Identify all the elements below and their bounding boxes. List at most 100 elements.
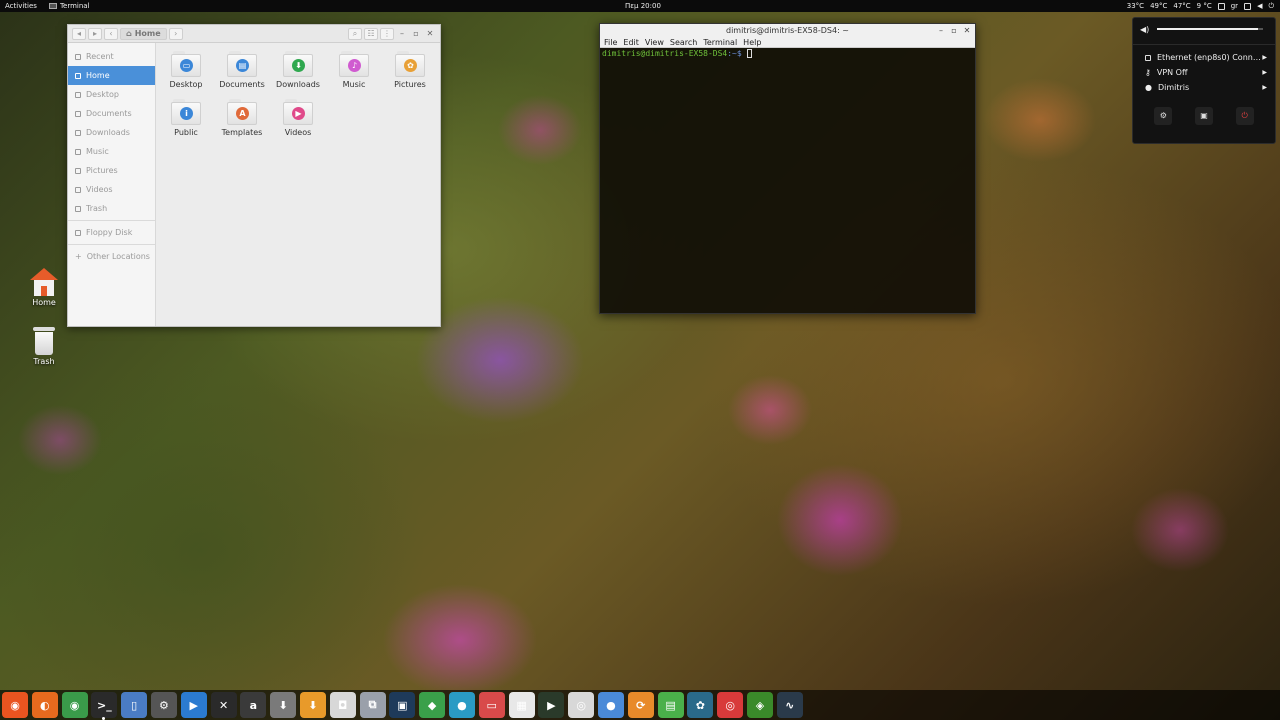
sidebar-item-floppy[interactable]: Floppy Disk (68, 223, 155, 242)
sidebar-item-music[interactable]: Music (68, 142, 155, 161)
tools-icon[interactable]: ✕ (210, 692, 237, 718)
volume-icon: ◀ (1257, 2, 1263, 10)
sidebar-item-label: Pictures (86, 166, 118, 175)
volume-slider[interactable] (1157, 28, 1264, 30)
ethernet-label: Ethernet (enp8s0) Conn… (1157, 53, 1261, 62)
menu-button[interactable]: ⋮ (380, 27, 394, 40)
grid-app-icon[interactable]: ▦ (508, 692, 535, 718)
folder-templates[interactable]: A Templates (214, 99, 270, 137)
power-icon[interactable]: ⏻ (1235, 107, 1254, 125)
files-icon[interactable]: ▯ (121, 692, 148, 718)
menu-view[interactable]: View (645, 38, 664, 47)
search-app-icon[interactable]: ◎ (717, 692, 744, 718)
forward-button[interactable]: ▸ (88, 27, 102, 40)
desktop-trash[interactable]: Trash (14, 327, 74, 366)
maximize-button[interactable]: ▫ (948, 24, 960, 38)
chat-icon[interactable]: ● (597, 692, 624, 718)
activities-button[interactable]: Activities (5, 2, 37, 10)
system-monitor-icon[interactable]: ∿ (776, 692, 803, 718)
minimize-button[interactable]: – (935, 24, 947, 38)
maximize-button[interactable]: ▫ (410, 29, 422, 38)
home-icon (30, 268, 58, 296)
sidebar-item-recent[interactable]: Recent (68, 47, 155, 66)
sidebar-item-other-locations[interactable]: + Other Locations (68, 247, 155, 266)
search-button[interactable]: ⌕ (348, 27, 362, 40)
folder-music[interactable]: ♪ Music (326, 51, 382, 89)
sidebar-item-label: Videos (86, 185, 113, 194)
vpn-item[interactable]: ⚷ VPN Off ▶ (1133, 65, 1275, 80)
sync-icon[interactable]: ⟳ (627, 692, 654, 718)
sidebar-item-desktop[interactable]: Desktop (68, 85, 155, 104)
terminal-titlebar[interactable]: dimitris@dimitris-EX58-DS4: ~ – ▫ ✕ (600, 24, 975, 38)
video-editor-icon[interactable]: ▶ (180, 692, 207, 718)
sidebar-item-videos[interactable]: Videos (68, 180, 155, 199)
sidebar-item-downloads[interactable]: Downloads (68, 123, 155, 142)
file-manager-window[interactable]: ◂ ▸ ‹ ⌂ Home › ⌕ ☷ ⋮ – ▫ ✕ Recent Home D… (67, 24, 441, 327)
terminal-menubar: File Edit View Search Terminal Help (600, 38, 975, 48)
media-player-icon[interactable]: ▶ (538, 692, 565, 718)
ethernet-item[interactable]: Ethernet (enp8s0) Conn… ▶ (1133, 50, 1275, 65)
app-menu[interactable]: Terminal (48, 2, 90, 10)
archive-icon[interactable]: ⬇ (270, 692, 297, 718)
system-settings-icon[interactable]: ⚙ (150, 692, 177, 718)
sidebar-item-home[interactable]: Home (68, 66, 155, 85)
lock-icon[interactable]: ▣ (1194, 107, 1213, 125)
firefox-icon[interactable]: ◐ (31, 692, 58, 718)
clock[interactable]: Πεμ 20:00 (625, 2, 661, 10)
view-toggle-button[interactable]: ☷ (364, 27, 378, 40)
menu-divider (1133, 44, 1275, 45)
chevron-right-icon: ▶ (1262, 54, 1267, 61)
text-cursor (746, 49, 752, 58)
prompt-user: dimitris@dimitris-EX58-DS4 (602, 49, 728, 58)
amazon-icon[interactable]: a (240, 692, 267, 718)
downloader-icon[interactable]: ⬇ (299, 692, 326, 718)
chrome-icon[interactable]: ◉ (61, 692, 88, 718)
folder-downloads[interactable]: ⬇ Downloads (270, 51, 326, 89)
path-bar[interactable]: ⌂ Home (120, 27, 167, 40)
document-viewer-icon[interactable]: ▣ (389, 692, 416, 718)
menu-help[interactable]: Help (743, 38, 761, 47)
back-button[interactable]: ◂ (72, 27, 86, 40)
ubuntu-software-icon[interactable]: ◉ (2, 692, 28, 718)
desktop-trash-label: Trash (33, 357, 55, 366)
settings-icon[interactable]: ⚙ (1154, 107, 1173, 125)
folder-desktop[interactable]: ▭ Desktop (158, 51, 214, 89)
desktop-home[interactable]: Home (14, 268, 74, 307)
sidebar-item-trash[interactable]: Trash (68, 199, 155, 218)
backup-icon[interactable]: ⧉ (359, 692, 386, 718)
system-tray[interactable]: 33°C 49°C 47°C 9 °C gr ◀ ⏻ (1127, 2, 1274, 11)
videos-folder-icon: ▶ (283, 99, 313, 125)
tag-icon[interactable]: ◆ (419, 692, 446, 718)
screenshot-icon[interactable]: ▭ (478, 692, 505, 718)
folder-pictures[interactable]: ✿ Pictures (382, 51, 438, 89)
terminal-window[interactable]: dimitris@dimitris-EX58-DS4: ~ – ▫ ✕ File… (599, 23, 976, 314)
help-lifebuoy-icon[interactable]: ◎ (568, 692, 595, 718)
menu-edit[interactable]: Edit (623, 38, 639, 47)
folder-public[interactable]: i Public (158, 99, 214, 137)
menu-file[interactable]: File (604, 38, 617, 47)
terminal-prompt-line[interactable]: dimitris@dimitris-EX58-DS4:~$ (600, 48, 975, 59)
camera-icon[interactable]: ◘ (329, 692, 356, 718)
folder-videos[interactable]: ▶ Videos (270, 99, 326, 137)
nvidia-icon[interactable]: ◈ (746, 692, 773, 718)
user-item[interactable]: ● Dimitris ▶ (1133, 80, 1275, 95)
floppy-icon (75, 229, 81, 236)
menu-terminal[interactable]: Terminal (703, 38, 737, 47)
close-button[interactable]: ✕ (424, 29, 436, 38)
path-left-button[interactable]: ‹ (104, 27, 118, 40)
sidebar-item-pictures[interactable]: Pictures (68, 161, 155, 180)
spreadsheet-icon[interactable]: ▤ (657, 692, 684, 718)
menu-search[interactable]: Search (670, 38, 697, 47)
path-right-button[interactable]: › (168, 27, 183, 40)
close-button[interactable]: ✕ (961, 24, 973, 38)
terminal-icon[interactable]: >_ (91, 692, 118, 720)
molecule-icon[interactable]: ✿ (687, 692, 714, 718)
sidebar-item-documents[interactable]: Documents (68, 104, 155, 123)
user-icon: ● (1145, 83, 1152, 92)
dock: ◉ ◐ ◉ >_ ▯ ⚙ ▶ ✕ a ⬇ ⬇ ◘ ⧉ ▣ ◆ ● ▭ ▦ ▶ ◎ ● ⟳ ▤ ✿ ◎ ◈ ∿ (0, 690, 1280, 720)
templates-folder-icon: A (227, 99, 257, 125)
minimize-button[interactable]: – (396, 29, 408, 38)
folder-documents[interactable]: ▤ Documents (214, 51, 270, 89)
globe-icon[interactable]: ● (448, 692, 475, 718)
sidebar-divider (68, 244, 155, 245)
